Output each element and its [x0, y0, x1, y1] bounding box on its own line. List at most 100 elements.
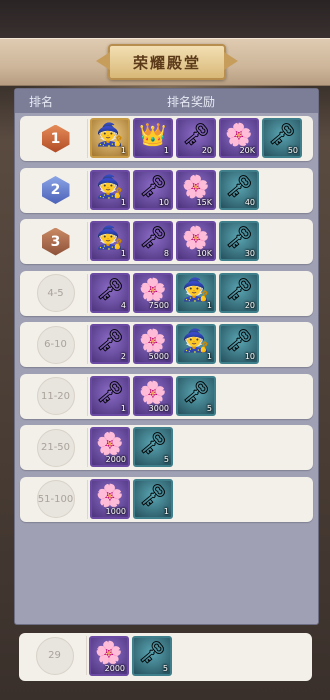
rank-cell: 4-5 — [24, 273, 88, 313]
gold-key-icon: 🗝 — [139, 226, 167, 251]
reward-quantity: 1000 — [105, 506, 126, 516]
silver-key-icon: 🗝 — [139, 432, 167, 457]
reward-quantity: 40 — [244, 197, 255, 207]
silver-key-icon: 🗝 — [225, 329, 253, 354]
rank-cell: 1 — [24, 119, 88, 158]
reward-item[interactable]: 🌸 10K — [176, 221, 216, 261]
reward-item[interactable]: 👑 1 — [133, 118, 173, 158]
reward-quantity: 15K — [196, 197, 212, 207]
gold-key-icon: 🗝 — [96, 380, 124, 406]
purple-flower-icon: 🌸 — [96, 483, 124, 509]
silver-key-icon: 🗝 — [225, 174, 253, 200]
gold-key-icon: 🗝 — [182, 123, 210, 148]
reward-item[interactable]: 🧙 1 — [90, 221, 130, 261]
reward-item[interactable]: 🗝 2 — [90, 324, 130, 364]
rank-range: 29 — [35, 636, 74, 675]
reward-item[interactable]: 🗝 10 — [133, 169, 173, 210]
reward-item[interactable]: 🗝 1 — [133, 478, 173, 519]
rank-cell: 3 — [24, 222, 88, 261]
reward-quantity: 2 — [120, 352, 126, 361]
reward-item[interactable]: 🌸 1000 — [90, 478, 130, 519]
reward-item[interactable]: 🌸 7500 — [133, 272, 173, 313]
reward-quantity: 2000 — [105, 455, 126, 464]
reward-list: 🧙 1 🗝 8 🌸 10K 🗝 30 — [90, 221, 259, 262]
reward-quantity: 10 — [158, 197, 169, 207]
ranking-row: 2 🧙 1 🗝 10 🌸 15K 🗝 40 — [20, 167, 313, 213]
reward-item[interactable]: 🌸 5000 — [133, 324, 173, 364]
reward-item[interactable]: 🧙 1 — [90, 169, 130, 210]
reward-item[interactable]: 🧙 1 — [90, 118, 130, 158]
reward-item[interactable]: 🗝 30 — [219, 221, 259, 261]
panel-header: 排名 排名奖励 — [15, 89, 318, 113]
reward-quantity: 5000 — [148, 352, 169, 361]
reward-list: 🗝 4 🌸 7500 🧙 1 🗝 20 — [90, 272, 259, 314]
reward-quantity: 1 — [120, 403, 126, 413]
reward-quantity: 5 — [206, 403, 212, 413]
ranking-row: 1 🧙 1 👑 1 🗝 20 🌸 20K 🗝 50 — [20, 116, 313, 161]
reward-item[interactable]: 🗝 5 — [132, 636, 172, 676]
purple-hat-icon: 🧙 — [96, 174, 124, 200]
rank-cell: 29 — [23, 636, 87, 675]
rank-cell: 21-50 — [24, 428, 88, 467]
ranking-panel: 排名 排名奖励 1 🧙 1 👑 1 🗝 20 🌸 20K 🗝 50 2 🧙 1 🗝 10 🌸 15K 🗝 40 3 🧙 1 🗝… — [14, 88, 319, 625]
reward-item[interactable]: 🌸 2000 — [89, 636, 129, 676]
purple-flower-icon: 🌸 — [182, 226, 210, 251]
reward-item[interactable]: 🗝 5 — [176, 375, 216, 416]
gold-key-icon: 🗝 — [96, 329, 124, 354]
silver-key-icon: 🗝 — [138, 641, 166, 666]
reward-column-header: 排名奖励 — [167, 94, 216, 109]
reward-quantity: 3000 — [148, 403, 169, 413]
reward-list: 🌸 1000 🗝 1 — [90, 478, 173, 520]
reward-item[interactable]: 🌸 3000 — [133, 375, 173, 416]
purple-flower-icon: 🌸 — [95, 641, 123, 666]
purple-flower-icon: 🌸 — [139, 277, 167, 303]
purple-hat-icon: 🧙 — [96, 226, 124, 251]
purple-flower-icon: 🌸 — [182, 174, 210, 200]
rank-number: 1 — [50, 130, 61, 147]
purple-flower-icon: 🌸 — [225, 123, 253, 148]
rank-medal-icon: 3 — [42, 228, 70, 256]
silver-key-icon: 🗝 — [182, 380, 210, 406]
reward-quantity: 50 — [287, 146, 298, 155]
reward-item[interactable]: 🗝 10 — [219, 324, 259, 364]
ranking-row: 11-20 🗝 1 🌸 3000 🗝 5 — [20, 373, 313, 419]
reward-quantity: 7500 — [148, 300, 169, 310]
reward-quantity: 1 — [120, 249, 126, 258]
reward-item[interactable]: 🗝 8 — [133, 221, 173, 261]
blue-hat-icon: 🧙 — [182, 329, 210, 354]
reward-quantity: 20 — [201, 146, 212, 155]
reward-item[interactable]: 🌸 2000 — [90, 427, 130, 467]
reward-quantity: 5 — [163, 455, 169, 464]
reward-item[interactable]: 🗝 40 — [219, 169, 259, 210]
crown-chest-icon: 👑 — [139, 123, 167, 148]
reward-item[interactable]: 🗝 20 — [176, 118, 216, 158]
reward-quantity: 10 — [244, 352, 255, 361]
rank-number: 3 — [50, 233, 61, 250]
reward-list: 🗝 1 🌸 3000 🗝 5 — [90, 375, 216, 417]
reward-item[interactable]: 🧙 1 — [176, 272, 216, 313]
my-rank-row: 29 🌸 2000 🗝 5 — [19, 633, 312, 681]
reward-item[interactable]: 🗝 5 — [133, 427, 173, 467]
ranking-row: 21-50 🌸 2000 🗝 5 — [20, 425, 313, 470]
reward-quantity: 8 — [163, 249, 169, 258]
purple-flower-icon: 🌸 — [139, 380, 167, 406]
reward-item[interactable]: 🌸 15K — [176, 169, 216, 210]
gold-key-icon: 🗝 — [139, 174, 167, 200]
reward-item[interactable]: 🗝 4 — [90, 272, 130, 313]
reward-list: 🧙 1 👑 1 🗝 20 🌸 20K 🗝 50 — [90, 118, 302, 159]
silver-key-icon: 🗝 — [225, 226, 253, 251]
rank-number: 2 — [50, 182, 61, 198]
ranking-row: 6-10 🗝 2 🌸 5000 🧙 1 🗝 10 — [20, 322, 313, 367]
reward-item[interactable]: 🗝 20 — [219, 272, 259, 313]
silver-key-icon: 🗝 — [225, 277, 253, 303]
reward-item[interactable]: 🗝 50 — [262, 118, 302, 158]
blue-hat-icon: 🧙 — [182, 277, 210, 303]
reward-item[interactable]: 🧙 1 — [176, 324, 216, 364]
rank-cell: 2 — [24, 170, 88, 210]
reward-quantity: 1 — [206, 352, 212, 361]
silver-key-icon: 🗝 — [268, 123, 296, 148]
rank-cell: 51-100 — [24, 479, 88, 519]
reward-item[interactable]: 🗝 1 — [90, 375, 130, 416]
rank-range: 51-100 — [36, 480, 75, 518]
reward-item[interactable]: 🌸 20K — [219, 118, 259, 158]
